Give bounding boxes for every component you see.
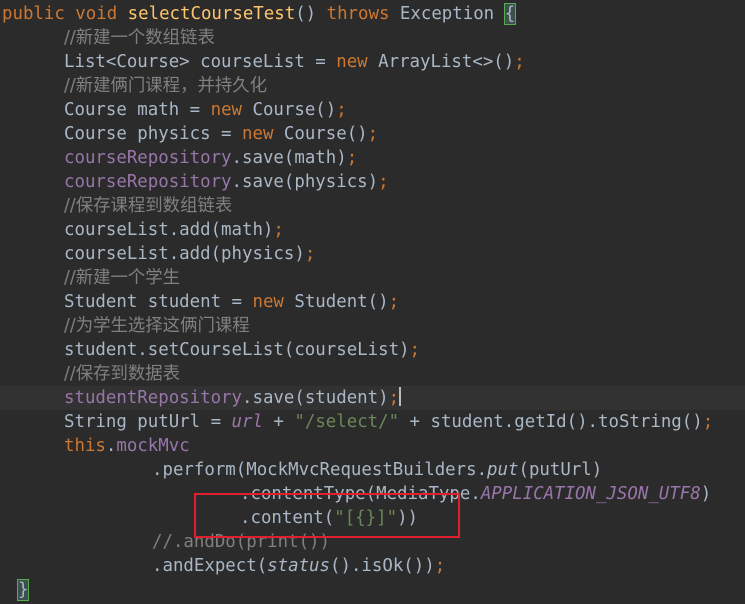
code-token: courseList.add(physics) [64,244,305,264]
code-line[interactable]: .perform(MockMvcRequestBuilders.put(putU… [0,458,745,482]
code-token: selectCourseTest [127,4,296,24]
code-token: .andExpect( [152,556,268,576]
code-line[interactable]: courseRepository.save(math); [0,146,745,170]
code-token: courseRepository [64,148,232,168]
code-line[interactable]: Student student = new Student(); [0,290,745,314]
code-token: APPLICATION_JSON_UTF8 [480,484,701,504]
code-token: ; [434,556,446,576]
code-line[interactable]: courseList.add(physics); [0,242,745,266]
code-token: "/select/" [294,412,400,432]
code-line[interactable]: Course math = new Course(); [0,98,745,122]
code-token: ; [514,52,525,72]
code-token: ; [367,124,379,144]
code-line[interactable]: //为学生选择这俩门课程 [0,314,745,338]
code-line[interactable]: courseList.add(math); [0,218,745,242]
code-token: (putUrl) [518,460,603,480]
code-line[interactable]: List<Course> courseList = new ArrayList<… [0,50,745,74]
code-line[interactable]: //保存课程到数组链表 [0,194,745,218]
code-token: + [262,412,295,432]
code-token: ().isOk()) [330,556,435,576]
code-token: ; [388,388,400,408]
code-token: //保存课程到数组链表 [64,196,233,216]
code-token: .save(math) [231,148,347,168]
code-line[interactable]: .andExpect(status().isOk()); [0,554,745,578]
code-token: Course physics = [64,124,242,144]
code-token: ; [378,172,389,192]
code-token: mockMvc [116,436,190,456]
code-token: Course math = [64,100,211,120]
code-line[interactable]: this.mockMvc [0,434,745,458]
code-token: .save(physics) [231,172,379,192]
red-annotation-box [194,493,460,538]
code-token: ; [304,244,316,264]
code-token: put [487,460,519,480]
code-token: Student() [294,292,389,312]
code-token: ; [702,412,714,432]
code-line[interactable]: student.setCourseList(courseList); [0,338,745,362]
code-token: new [242,124,284,144]
code-line[interactable]: //新建一个数组链表 [0,26,745,50]
code-editor[interactable]: public void selectCourseTest() throws Ex… [0,0,745,604]
code-token: () [295,4,327,24]
code-token: Exception [399,4,505,24]
code-token: courseRepository [64,172,232,192]
code-token: //新建一个数组链表 [64,28,215,48]
matched-brace: } [16,579,30,601]
code-token: new [210,100,253,120]
code-token: studentRepository [64,388,242,408]
code-token: ; [388,292,400,312]
code-token: Course() [252,100,337,120]
code-line[interactable]: //保存到数据表 [0,362,745,386]
code-token: this [64,436,106,456]
code-token: throws [326,4,400,24]
code-token: //保存到数据表 [64,364,181,384]
code-token: void [75,4,128,24]
code-token: ; [409,340,420,360]
code-token: . [105,436,117,456]
code-token: //为学生选择这俩门课程 [64,316,250,336]
code-token: //新建一个学生 [64,268,181,288]
code-token: ArrayList<>() [378,52,515,72]
code-token: + student.getId().toString() [399,412,703,432]
code-line[interactable]: //新建一个学生 [0,266,745,290]
code-token: //新建俩门课程，并持久化 [64,76,268,96]
code-token: String putUrl = [64,412,232,432]
code-line[interactable]: //新建俩门课程，并持久化 [0,74,745,98]
code-token: ; [346,148,358,168]
code-token: List<Course> courseList = [64,52,337,72]
code-token: .save(student) [242,388,389,408]
code-token: ; [273,220,284,240]
code-token: Course() [283,124,368,144]
code-token: Student student = [64,292,253,312]
code-token: student.setCourseList(courseList) [64,340,410,360]
code-token: ) [700,484,712,504]
code-token: status [267,556,330,576]
code-line[interactable]: courseRepository.save(physics); [0,170,745,194]
code-line[interactable]: Course physics = new Course(); [0,122,745,146]
code-line[interactable]: studentRepository.save(student); [0,386,745,410]
code-line[interactable]: String putUrl = url + "/select/" + stude… [0,410,745,434]
code-token: new [252,292,295,312]
code-token: ; [336,100,347,120]
code-token: courseList.add(math) [64,220,274,240]
code-token: url [231,412,263,432]
code-token: public [2,4,76,24]
code-token: new [336,52,379,72]
text-caret [399,387,402,406]
matched-brace: { [503,3,517,25]
code-line[interactable]: public void selectCourseTest() throws Ex… [0,2,745,26]
code-token: .perform(MockMvcRequestBuilders. [152,460,488,480]
code-line[interactable]: } [0,578,745,602]
